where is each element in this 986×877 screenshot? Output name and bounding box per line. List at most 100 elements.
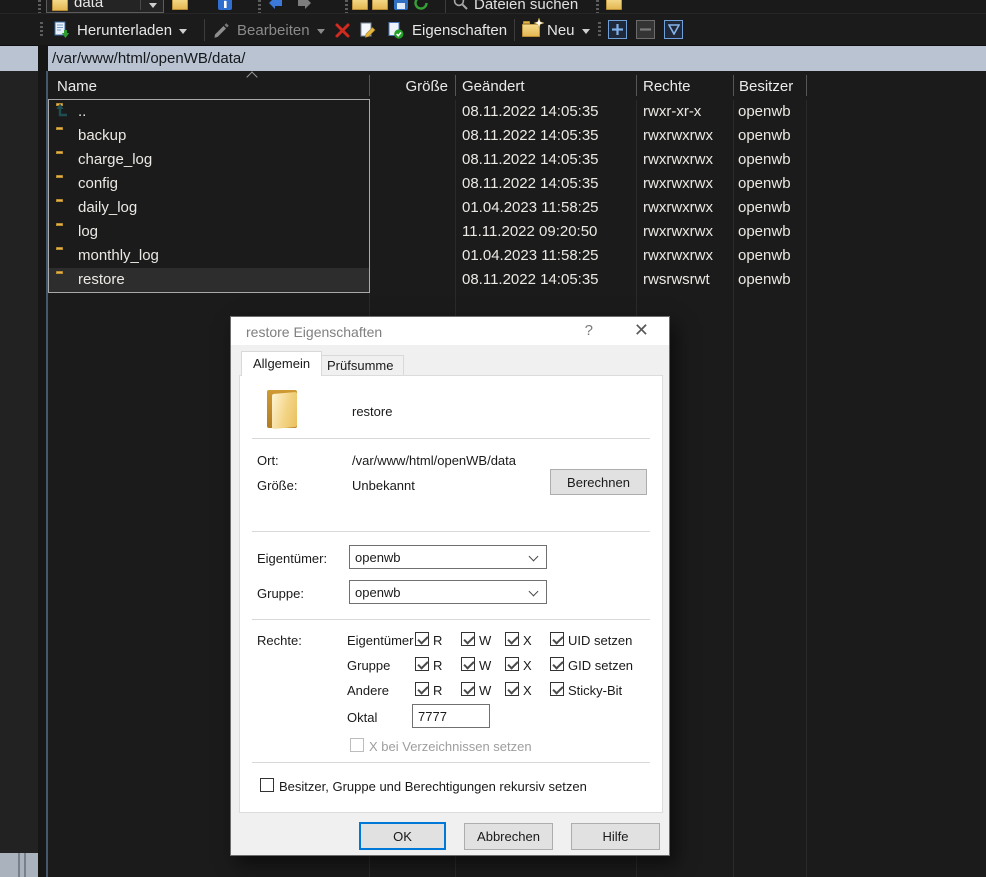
ok-button[interactable]: OK	[359, 822, 446, 850]
toolbar-grip[interactable]	[40, 22, 43, 38]
column-header-size[interactable]: Größe	[369, 71, 448, 100]
file-name: ..	[78, 103, 87, 120]
properties-button[interactable]: Eigenschaften	[386, 14, 507, 46]
plus-icon	[612, 24, 623, 35]
dialog-help-button[interactable]: ?	[585, 322, 593, 339]
checkbox-uid-setzen[interactable]	[550, 632, 564, 646]
forward-arrow-icon[interactable]	[296, 0, 314, 12]
special-label: UID setzen	[568, 633, 633, 648]
header-separator[interactable]	[806, 75, 807, 96]
x-directories-label: X bei Verzeichnissen setzen	[369, 739, 532, 754]
file-row[interactable]: daily_log 01.04.2023 11:58:25 rwxrwxrwx …	[48, 196, 986, 220]
directory-combo[interactable]: data	[46, 0, 164, 13]
checkbox-sticky-bit[interactable]	[550, 682, 564, 696]
header-separator[interactable]	[369, 75, 370, 96]
dialog-title: restore Eigenschaften	[246, 324, 383, 340]
checkbox-group-r[interactable]	[415, 657, 429, 671]
header-separator[interactable]	[733, 75, 734, 96]
file-row-selected[interactable]: restore 08.11.2022 14:05:35 rwsrwsrwt op…	[48, 268, 986, 292]
group-combobox[interactable]: openwb	[349, 580, 547, 604]
file-owner: openwb	[738, 175, 791, 192]
checkbox-label-x: X	[523, 658, 532, 673]
checkbox-owner-r[interactable]	[415, 632, 429, 646]
file-modified: 08.11.2022 14:05:35	[462, 127, 599, 144]
home-directory-icon[interactable]	[392, 0, 410, 12]
new-button[interactable]: Neu	[522, 14, 590, 46]
magnifier-icon[interactable]	[452, 0, 470, 12]
toolbar-grip[interactable]	[345, 0, 348, 13]
column-header-name[interactable]: Name	[57, 71, 97, 100]
group-label: Gruppe:	[257, 586, 304, 601]
column-header-modified[interactable]: Geändert	[462, 71, 525, 100]
checkbox-label-r: R	[433, 658, 443, 673]
column-header-rights[interactable]: Rechte	[643, 71, 691, 100]
checkbox-other-w[interactable]	[461, 682, 475, 696]
info-icon[interactable]	[216, 0, 234, 12]
refresh-icon[interactable]	[412, 0, 430, 12]
chevron-down-icon	[149, 3, 157, 8]
delete-button[interactable]	[334, 14, 351, 46]
checkbox-x-directories[interactable]	[350, 738, 364, 752]
address-bar[interactable]: /var/www/html/openWB/data/	[0, 46, 986, 71]
checkbox-owner-w[interactable]	[461, 632, 475, 646]
file-row[interactable]: config 08.11.2022 14:05:35 rwxrwxrwx ope…	[48, 172, 986, 196]
file-row[interactable]: monthly_log 01.04.2023 11:58:25 rwxrwxrw…	[48, 244, 986, 268]
header-separator[interactable]	[636, 75, 637, 96]
checkbox-recursive[interactable]	[260, 778, 274, 792]
file-owner: openwb	[738, 247, 791, 264]
open-directory-icon[interactable]	[172, 0, 188, 10]
toolbar-separator	[204, 19, 205, 41]
help-button[interactable]: Hilfe	[571, 823, 660, 850]
synchronize-icon[interactable]	[606, 0, 622, 10]
checkbox-other-x[interactable]	[505, 682, 519, 696]
command-toolbar: Herunterladen Bearbeiten Eigenschaften N…	[0, 13, 986, 46]
tab-pruefsumme[interactable]: Prüfsumme	[316, 355, 405, 376]
filter-button[interactable]	[664, 20, 683, 39]
close-icon[interactable]: ✕	[634, 320, 649, 341]
checkbox-gid-setzen[interactable]	[550, 657, 564, 671]
checkbox-group-x[interactable]	[505, 657, 519, 671]
size-label: Größe:	[257, 478, 298, 493]
add-button[interactable]	[608, 20, 627, 39]
winscp-window: data Dateien suchen Herunterladen Bearbe…	[0, 0, 986, 877]
checkbox-other-r[interactable]	[415, 682, 429, 696]
filter-nabla-icon	[667, 24, 680, 35]
dialog-titlebar[interactable]: restore Eigenschaften ? ✕	[231, 317, 669, 345]
file-name: log	[78, 223, 99, 240]
file-owner: openwb	[738, 151, 791, 168]
search-files-label[interactable]: Dateien suchen	[474, 0, 578, 13]
parent-directory-icon[interactable]	[352, 0, 368, 10]
session-toolbar: data Dateien suchen	[0, 0, 986, 13]
tab-allgemein[interactable]: Allgemein	[241, 351, 323, 376]
checkbox-label-x: X	[523, 633, 532, 648]
file-row[interactable]: backup 08.11.2022 14:05:35 rwxrwxrwx ope…	[48, 124, 986, 148]
toolbar-grip[interactable]	[38, 0, 41, 13]
back-arrow-icon[interactable]	[266, 0, 284, 12]
header-separator[interactable]	[455, 75, 456, 96]
download-button[interactable]: Herunterladen	[52, 14, 188, 46]
toolbar-grip[interactable]	[598, 22, 601, 38]
rename-button[interactable]	[358, 14, 377, 46]
edit-button[interactable]: Bearbeiten	[212, 14, 325, 46]
chevron-down-icon	[316, 28, 325, 34]
toolbar-separator	[445, 0, 446, 13]
cancel-button[interactable]: Abbrechen	[464, 823, 553, 850]
root-directory-icon[interactable]	[372, 0, 388, 10]
new-folder-icon	[522, 17, 544, 37]
checkbox-group-w[interactable]	[461, 657, 475, 671]
file-row-parent[interactable]: .. 08.11.2022 14:05:35 rwxr-xr-x openwb	[48, 100, 986, 124]
column-header-owner[interactable]: Besitzer	[739, 71, 793, 100]
checkbox-owner-x[interactable]	[505, 632, 519, 646]
calculate-button[interactable]: Berechnen	[550, 469, 647, 495]
minus-icon	[640, 28, 651, 31]
file-row[interactable]: charge_log 08.11.2022 14:05:35 rwxrwxrwx…	[48, 148, 986, 172]
checkbox-label-w: W	[479, 658, 492, 673]
toolbar-grip[interactable]	[596, 0, 599, 13]
file-rights: rwxrwxrwx	[643, 127, 713, 144]
octal-input[interactable]	[412, 704, 490, 728]
checkbox-label-w: W	[479, 683, 492, 698]
owner-combobox[interactable]: openwb	[349, 545, 547, 569]
remove-button[interactable]	[636, 20, 655, 39]
file-row[interactable]: log 11.11.2022 09:20:50 rwxrwxrwx openwb	[48, 220, 986, 244]
toolbar-grip[interactable]	[258, 0, 261, 13]
